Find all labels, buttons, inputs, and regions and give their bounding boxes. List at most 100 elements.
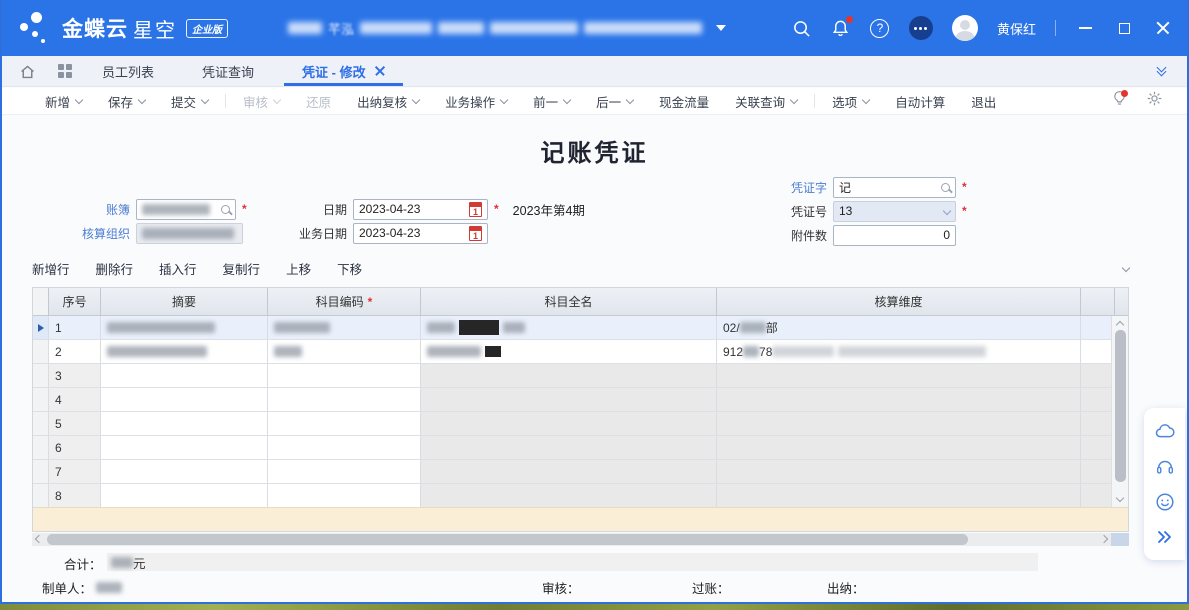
account-code-cell[interactable] [268,484,421,507]
collapse-grid-icon[interactable] [1122,264,1130,272]
horizontal-scrollbar[interactable] [32,533,1129,546]
account-name-cell[interactable] [421,436,717,459]
account-name-cell[interactable] [421,484,717,507]
scroll-up-icon[interactable] [1116,321,1124,329]
business-date-field[interactable]: 2023-04-23 [353,223,488,244]
summary-cell[interactable] [101,388,268,411]
row-selector-cell[interactable] [33,436,49,459]
scrollbar-thumb[interactable] [1115,330,1126,482]
dimension-cell[interactable] [717,484,1081,507]
home-icon[interactable] [14,56,40,86]
options-button[interactable]: 选项 [819,92,882,111]
account-book-label[interactable]: 账簿 [50,201,130,218]
search-icon[interactable] [792,18,812,38]
account-book-field[interactable] [136,199,236,220]
voucher-word-field[interactable]: 记 [833,177,956,198]
account-name-cell[interactable] [421,412,717,435]
dimension-cell[interactable] [717,460,1081,483]
account-name-cell[interactable] [421,364,717,387]
tab-voucher-query[interactable]: 凭证查询 [178,56,278,86]
vertical-scrollbar[interactable] [1111,316,1128,507]
apps-grid-icon[interactable] [52,56,78,86]
seq-cell[interactable]: 7 [49,460,101,483]
summary-cell[interactable] [101,364,268,387]
feedback-smiley-icon[interactable] [1154,491,1176,513]
row-selector-cell[interactable] [33,388,49,411]
add-row-button[interactable]: 新增行 [32,259,83,278]
summary-cell[interactable] [101,460,268,483]
tab-employee-list[interactable]: 员工列表 [78,56,178,86]
scroll-left-icon[interactable] [35,535,43,543]
scroll-right-icon[interactable] [1100,535,1108,543]
account-name-cell[interactable] [421,340,717,363]
cashier-review-button[interactable]: 出纳复核 [344,92,432,111]
move-down-button[interactable]: 下移 [324,259,375,278]
exit-button[interactable]: 退出 [958,92,1009,111]
voucher-word-label[interactable]: 凭证字 [747,179,827,196]
avatar[interactable] [952,15,978,41]
account-code-cell[interactable] [268,436,421,459]
account-code-cell[interactable] [268,388,421,411]
insert-row-button[interactable]: 插入行 [146,259,210,278]
account-name-column-header[interactable]: 科目全名 [421,288,717,315]
seq-column-header[interactable]: 序号 [49,288,101,315]
row-selector-cell[interactable] [33,460,49,483]
calendar-icon[interactable] [469,202,482,217]
date-field[interactable]: 2023-04-23 [353,199,488,220]
cloud-icon[interactable] [1154,421,1176,443]
company-selector[interactable]: 芊泓 [288,19,726,38]
previous-button[interactable]: 前一 [520,92,583,111]
seq-cell[interactable]: 3 [49,364,101,387]
save-button[interactable]: 保存 [95,92,158,111]
table-row[interactable]: 1 02/部 [33,316,1128,340]
row-selector-cell[interactable] [33,364,49,387]
row-selector-cell[interactable] [33,340,49,363]
table-row[interactable]: 7 [33,460,1128,484]
attachment-count-field[interactable]: 0 [833,225,956,246]
summary-column-header[interactable]: 摘要 [101,288,268,315]
account-code-cell[interactable] [268,316,421,339]
summary-cell[interactable] [101,340,268,363]
account-code-cell[interactable] [268,340,421,363]
auto-calculate-button[interactable]: 自动计算 [882,92,958,111]
dimension-cell[interactable] [717,412,1081,435]
seq-cell[interactable]: 8 [49,484,101,507]
tips-bulb-icon[interactable] [1111,90,1128,112]
maximize-button[interactable] [1114,18,1134,38]
account-code-cell[interactable] [268,364,421,387]
notification-bell-icon[interactable] [831,18,851,38]
summary-cell[interactable] [101,412,268,435]
account-name-cell[interactable] [421,388,717,411]
voucher-no-field[interactable]: 13 [833,201,956,222]
account-code-cell[interactable] [268,412,421,435]
scroll-down-icon[interactable] [1116,494,1124,502]
seq-cell[interactable]: 2 [49,340,101,363]
dimension-cell[interactable]: 02/部 [717,316,1081,339]
table-row[interactable]: 6 [33,436,1128,460]
table-row[interactable]: 5 [33,412,1128,436]
move-up-button[interactable]: 上移 [273,259,324,278]
dimension-column-header[interactable]: 核算维度 [717,288,1081,315]
dimension-cell[interactable] [717,364,1081,387]
summary-cell[interactable] [101,436,268,459]
table-row[interactable]: 8 [33,484,1128,508]
dimension-cell[interactable]: 91278 [717,340,1081,363]
account-code-column-header[interactable]: 科目编码* [268,288,421,315]
close-button[interactable] [1153,18,1173,38]
account-name-cell[interactable] [421,460,717,483]
account-name-cell[interactable] [421,316,717,339]
business-operation-button[interactable]: 业务操作 [432,92,520,111]
next-button[interactable]: 后一 [583,92,646,111]
row-selector-cell[interactable] [33,412,49,435]
scrollbar-thumb[interactable] [47,534,968,545]
table-row[interactable]: 4 [33,388,1128,412]
settings-gear-icon[interactable] [1146,90,1163,112]
submit-button[interactable]: 提交 [158,92,221,111]
calendar-icon[interactable] [469,226,482,241]
lookup-magnifier-icon[interactable] [221,205,230,214]
seq-cell[interactable]: 6 [49,436,101,459]
support-headset-icon[interactable] [1154,456,1176,478]
row-selector-cell[interactable] [33,316,49,339]
summary-cell[interactable] [101,484,268,507]
copy-row-button[interactable]: 复制行 [210,259,274,278]
